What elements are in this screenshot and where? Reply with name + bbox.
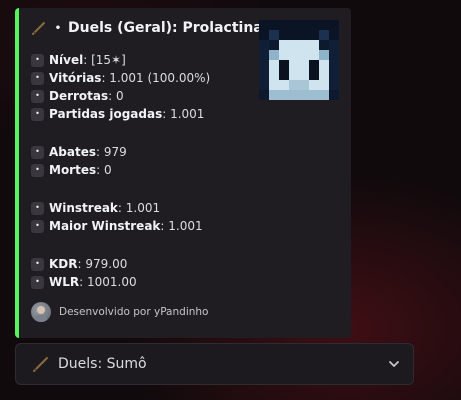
stat-value: : 1.001 (160, 219, 203, 233)
stat-nivel: • Nível: [15✶] (31, 52, 126, 68)
bullet-icon: • (31, 89, 44, 103)
stat-label: WLR (49, 275, 80, 289)
bullet-icon: • (31, 145, 44, 159)
embed-title: • Duels (Geral): Prolactina (31, 20, 263, 36)
stat-value: : 0 (108, 89, 124, 103)
stat-value: : 0 (96, 163, 112, 177)
title-text: Duels (Geral): Prolactina (68, 20, 263, 36)
stat-derrotas: • Derrotas: 0 (31, 88, 124, 104)
stat-label: Abates (49, 145, 96, 159)
stat-value: : 1.001 (117, 201, 161, 215)
bullet-icon: • (31, 163, 44, 177)
bullet-icon: • (31, 53, 44, 67)
stat-value: : 979.00 (77, 257, 128, 271)
stats-embed: • Duels (Geral): Prolactina • Nível: [15… (15, 8, 351, 338)
stat-label: Derrotas (49, 89, 109, 103)
stat-wlr: • WLR: 1001.00 (31, 274, 137, 290)
stat-winstreak: • Winstreak: 1.001 (31, 200, 160, 216)
pixel-skin-head-icon (259, 20, 339, 100)
stat-label: Mortes (49, 163, 97, 177)
bullet-icon: • (31, 275, 44, 289)
author-avatar[interactable] (31, 302, 51, 322)
embed-footer: Desenvolvido por yPandinho (31, 302, 208, 322)
stat-abates: • Abates: 979 (31, 144, 127, 160)
mode-select[interactable]: Duels: Sumô (15, 343, 414, 385)
title-prefix: • (54, 22, 62, 34)
stat-vitorias: • Vitórias: 1.001 (100.00%) (31, 70, 210, 86)
footer-text: Desenvolvido por yPandinho (59, 306, 209, 318)
stat-maior-winstreak: • Maior Winstreak: 1.001 (31, 218, 203, 234)
bullet-icon: • (31, 71, 44, 85)
stat-label: Vitórias (49, 71, 102, 85)
bullet-icon: • (31, 257, 44, 271)
bullet-icon: • (31, 107, 44, 121)
stat-label: Winstreak (49, 201, 118, 215)
chevron-down-icon[interactable] (387, 357, 401, 371)
bullet-icon: • (31, 201, 44, 215)
stat-value: : 1.001 (162, 107, 205, 121)
stat-value: : 1001.00 (79, 275, 137, 289)
avatar-image-icon (35, 306, 47, 322)
stat-kdr: • KDR: 979.00 (31, 256, 127, 272)
wooden-sword-icon (33, 357, 48, 372)
stat-value: : 979 (96, 145, 127, 159)
stat-label: Partidas jogadas (49, 107, 163, 121)
stat-value: : [15✶] (83, 53, 126, 67)
stat-label: Nível (49, 53, 84, 67)
bullet-icon: • (31, 219, 44, 233)
wooden-sword-icon (32, 22, 45, 35)
stat-mortes: • Mortes: 0 (31, 162, 112, 178)
stat-partidas: • Partidas jogadas: 1.001 (31, 106, 204, 122)
stat-label: Maior Winstreak (49, 219, 161, 233)
stat-value: : 1.001 (100.00%) (101, 71, 211, 85)
select-value: Duels: Sumô (58, 356, 147, 372)
stat-label: KDR (49, 257, 78, 271)
